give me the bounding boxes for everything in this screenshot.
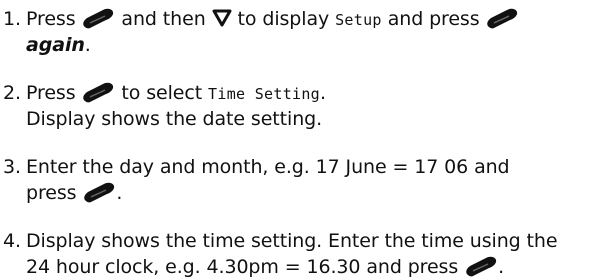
step-line: press . (26, 180, 586, 206)
display-text-setup: Setup (335, 11, 382, 29)
step-body: Display shows the time setting. Enter th… (26, 228, 586, 280)
step-text: . (116, 182, 123, 204)
display-text-time-setting: Time Setting (208, 85, 321, 103)
step-number: 2. (3, 82, 21, 104)
step-number: 3. (3, 156, 21, 178)
step-line: again. (26, 32, 586, 58)
step-text: and press (387, 8, 480, 30)
step-number: 4. (3, 230, 21, 252)
ok-button-icon (81, 8, 115, 30)
step-line: 24 hour clock, e.g. 4.30pm = 16.30 and p… (26, 254, 586, 280)
step-line: Display shows the date setting. (26, 106, 586, 132)
ok-button-icon (485, 8, 519, 30)
ok-button-icon (464, 256, 498, 278)
step-text: Press (26, 82, 76, 104)
ok-button-icon (81, 82, 115, 104)
step-line: Display shows the time setting. Enter th… (26, 228, 586, 254)
step-text: Press (26, 8, 76, 30)
step-text: Enter the day and month, e.g. 17 June = … (26, 156, 510, 178)
step-body: Press to select Time Setting. Display sh… (26, 80, 586, 132)
emphasis-text: again (26, 34, 85, 56)
step-text: . (498, 256, 505, 278)
step-text: . (84, 34, 91, 56)
step-text: to display (237, 8, 330, 30)
step-text: press (26, 182, 77, 204)
step-text: 24 hour clock, e.g. 4.30pm = 16.30 and p… (26, 256, 459, 278)
step-text: and then (121, 8, 206, 30)
down-arrow-button-icon (212, 9, 232, 27)
ok-button-icon (82, 182, 116, 204)
step-line: Press and then to display Setup and pres… (26, 6, 586, 32)
step-text: . (320, 82, 326, 104)
step-line: Enter the day and month, e.g. 17 June = … (26, 154, 586, 180)
step-line: Press to select Time Setting. (26, 80, 586, 106)
step-text: Display shows the time setting. Enter th… (26, 230, 558, 252)
step-body: Press and then to display Setup and pres… (26, 6, 586, 58)
step-text: to select (121, 82, 203, 104)
step-number: 1. (3, 8, 21, 30)
step-text: Display shows the date setting. (26, 108, 323, 130)
step-body: Enter the day and month, e.g. 17 June = … (26, 154, 586, 206)
